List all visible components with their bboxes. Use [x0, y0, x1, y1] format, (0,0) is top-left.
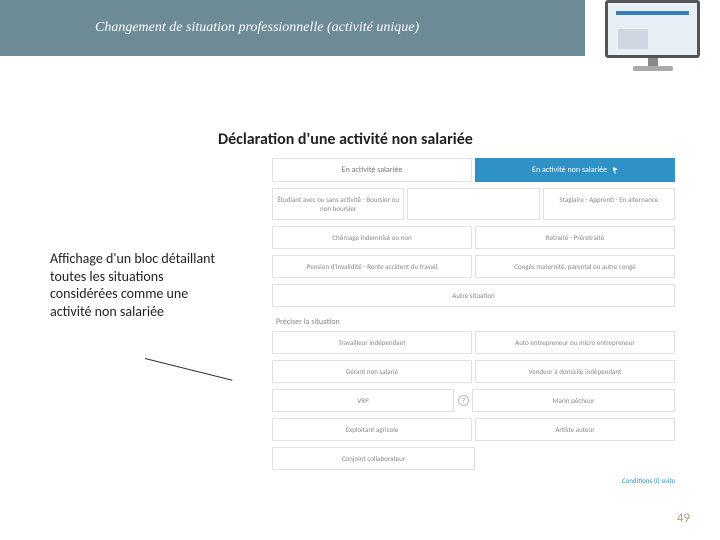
- sub-header: Préciser la situation: [276, 317, 675, 327]
- vrp-wrap: VRP ?: [272, 389, 469, 412]
- tabs-row: En activité salariée En activité non sal…: [272, 158, 675, 182]
- explanation-text: Affichage d'un bloc détaillant toutes le…: [50, 250, 230, 320]
- option-farmer[interactable]: Exploitant agricole: [272, 418, 472, 441]
- header-bar: Changement de situation professionnelle …: [0, 0, 585, 56]
- header-title: Changement de situation professionnelle …: [95, 20, 419, 36]
- tab-nonsalaried[interactable]: En activité non salariée: [475, 158, 675, 182]
- option-leave[interactable]: Congés maternité, parental ou autre cong…: [475, 255, 675, 278]
- monitor-stand-icon: [648, 58, 658, 66]
- option-unemployment[interactable]: Chômage indemnisé ou non: [272, 226, 472, 249]
- option-student[interactable]: Étudiant avec ou sans activité - Boursie…: [272, 188, 404, 220]
- option-fisherman[interactable]: Marin pêcheur: [472, 389, 675, 412]
- bottom-link[interactable]: Conditions (i) suite: [272, 476, 675, 485]
- row-1: Étudiant avec ou sans activité - Boursie…: [272, 188, 675, 220]
- situation-row-3: VRP ? Marin pêcheur: [272, 389, 675, 412]
- option-intern[interactable]: Stagiaire - Apprenti - En alternance: [543, 188, 675, 220]
- tab-nonsalaried-label: En activité non salariée: [532, 165, 607, 175]
- page-number: 49: [677, 511, 690, 526]
- slide-title: Déclaration d'une activité non salariée: [218, 130, 473, 149]
- monitor-screen-icon: [605, 0, 700, 58]
- row-3: Pension d'invalidité - Rente accident du…: [272, 255, 675, 278]
- help-icon[interactable]: ?: [458, 395, 469, 406]
- ui-mockup: En activité salariée En activité non sal…: [272, 158, 675, 485]
- option-freelance[interactable]: Travailleur indépendant: [272, 331, 472, 354]
- option-artist[interactable]: Artiste auteur: [475, 418, 675, 441]
- row-2: Chômage indemnisé ou non Retraité - Prér…: [272, 226, 675, 249]
- option-vrp[interactable]: VRP: [272, 389, 454, 412]
- option-pension[interactable]: Pension d'invalidité - Rente accident du…: [272, 255, 472, 278]
- option-other[interactable]: Autre situation: [272, 284, 675, 307]
- tab-salaried-label: En activité salariée: [342, 165, 403, 175]
- monitor-base-icon: [633, 66, 673, 71]
- situation-row-5: Conjoint collaborateur: [272, 447, 675, 470]
- option-empty[interactable]: [407, 188, 539, 220]
- option-retired[interactable]: Retraité - Préretraité: [475, 226, 675, 249]
- option-spouse-collaborator[interactable]: Conjoint collaborateur: [272, 447, 475, 470]
- option-empty-cell: [478, 447, 675, 470]
- pointer-line: [145, 358, 233, 381]
- situation-row-1: Travailleur indépendant Auto entrepreneu…: [272, 331, 675, 354]
- cursor-icon: [613, 167, 618, 174]
- situation-row-2: Gérant non salarié Vendeur à domicile in…: [272, 360, 675, 383]
- monitor-illustration: [605, 0, 700, 72]
- option-auto-entrepreneur[interactable]: Auto entrepreneur ou micro entrepreneur: [475, 331, 675, 354]
- option-manager[interactable]: Gérant non salarié: [272, 360, 472, 383]
- situation-row-4: Exploitant agricole Artiste auteur: [272, 418, 675, 441]
- option-home-seller[interactable]: Vendeur à domicile indépendant: [475, 360, 675, 383]
- tab-salaried[interactable]: En activité salariée: [272, 158, 472, 182]
